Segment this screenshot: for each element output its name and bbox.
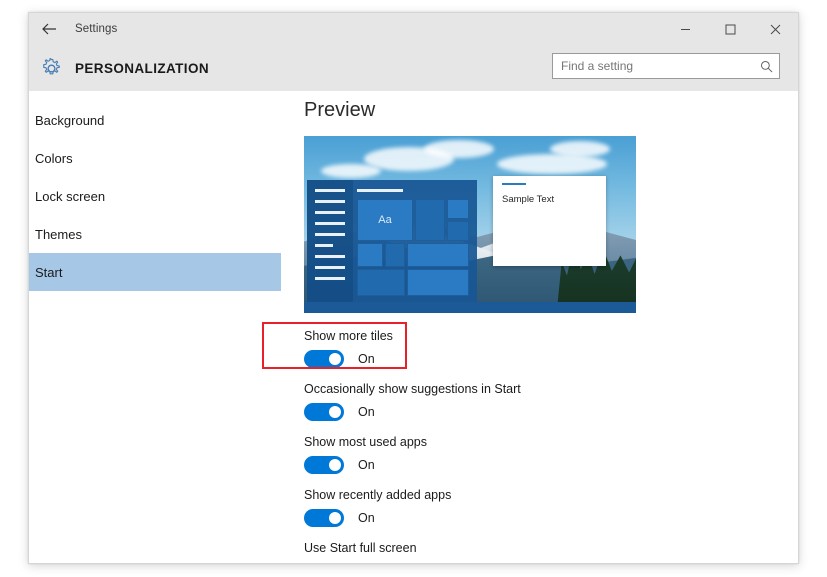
preview-cloud [423,139,494,158]
sidebar-item-start[interactable]: Start [29,253,281,291]
preview-app-item [315,277,345,280]
preview-group-label [357,189,403,192]
preview-tile [357,243,383,267]
maximize-icon [725,24,736,34]
section-title: Preview [304,99,376,121]
preview-app-item [315,189,345,192]
search-input[interactable] [553,54,753,78]
preview-tile [357,269,405,296]
settings-window: Settings PERSONALIZATION Find a setting … [28,12,799,564]
gear-icon-wrap [31,45,71,91]
preview-tile-area: Aa [357,189,471,298]
preview-tile [407,269,469,296]
window-body: Background Colors Lock screen Themes Sta… [29,91,798,563]
sidebar-item-label: Background [35,112,105,128]
preview-app-item [315,222,345,225]
close-icon [770,24,781,34]
main-content: Preview Aa Sample Text Show more tiles O… [262,91,798,563]
minimize-icon [681,28,690,30]
sidebar-item-label: Colors [35,150,73,166]
sidebar-item-background[interactable]: Background [29,101,281,139]
preview-sample-window: Sample Text [493,176,606,266]
toggle-state-label: On [358,405,375,419]
toggle-row: On [304,350,798,368]
preview-app-item [315,200,345,203]
preview-tile [385,243,405,267]
screen: Settings PERSONALIZATION Find a setting … [0,0,827,577]
toggle-row: On [304,509,798,527]
preview-app-list [307,180,353,302]
setting-show-recently-added-apps: Show recently added apps On [304,488,798,527]
search-icon [760,60,772,72]
setting-label: Show most used apps [304,435,427,449]
sidebar-item-label: Lock screen [35,188,106,204]
preview-tile-grid: Aa [357,199,471,296]
preview-app-item [315,266,345,269]
preview-start-menu: Aa [307,180,477,302]
preview-tile-label: Aa [378,214,392,226]
preview-tile [447,221,469,241]
preview-cloud [496,153,607,174]
back-button[interactable] [29,13,69,45]
app-title: Settings [75,23,118,35]
back-arrow-icon [41,23,56,35]
toggle-show-most-used-apps[interactable] [304,456,344,474]
preview-tile-aa: Aa [357,199,413,241]
toggle-state-label: On [358,458,375,472]
page-title: PERSONALIZATION [75,60,209,76]
sidebar-item-themes[interactable]: Themes [29,215,281,253]
sidebar-item-lock-screen[interactable]: Lock screen [29,177,281,215]
preview-app-item [315,233,345,236]
preview-app-item [315,244,333,247]
setting-show-most-used-apps: Show most used apps On [304,435,798,474]
setting-show-more-tiles: Show more tiles On [262,322,798,369]
minimize-button[interactable] [663,13,708,45]
toggle-knob [329,459,341,471]
preview-app-item [315,211,345,214]
preview-taskbar [304,302,636,313]
setting-label: Show more tiles [304,329,393,343]
close-button[interactable] [753,13,798,45]
setting-label: Occasionally show suggestions in Start [304,382,521,396]
toggle-knob [329,512,341,524]
sidebar-item-colors[interactable]: Colors [29,139,281,177]
search-icon-wrap[interactable] [753,60,779,73]
sidebar-item-label: Themes [35,226,82,242]
toggle-row: On [304,456,798,474]
toggle-show-recently-added-apps[interactable] [304,509,344,527]
maximize-button[interactable] [708,13,753,45]
toggle-knob [329,353,341,365]
settings-list: Show more tiles On Occasionally show sug… [262,322,798,555]
start-preview-image: Aa Sample Text [304,136,636,313]
preview-tile [447,199,469,219]
toggle-row: On [304,403,798,421]
toggle-show-more-tiles[interactable] [304,350,344,368]
sidebar-nav: Background Colors Lock screen Themes Sta… [29,91,281,563]
toggle-state-label: On [358,511,375,525]
window-controls [663,13,798,45]
preview-sample-text: Sample Text [502,194,555,205]
sidebar-item-label: Start [35,264,63,280]
toggle-knob [329,406,341,418]
setting-label: Show recently added apps [304,488,452,502]
toggle-state-label: On [358,352,375,366]
preview-sample-accent [502,183,526,185]
preview-app-item [315,255,345,258]
search-box[interactable] [552,53,780,79]
preview-tile [415,199,445,241]
setting-use-start-full-screen-label[interactable]: Use Start full screen [304,541,798,555]
title-bar: Settings [29,13,798,45]
page-header: PERSONALIZATION [29,45,798,91]
preview-tile [407,243,469,267]
toggle-show-suggestions[interactable] [304,403,344,421]
gear-icon [42,57,60,74]
setting-show-suggestions: Occasionally show suggestions in Start O… [304,382,798,421]
